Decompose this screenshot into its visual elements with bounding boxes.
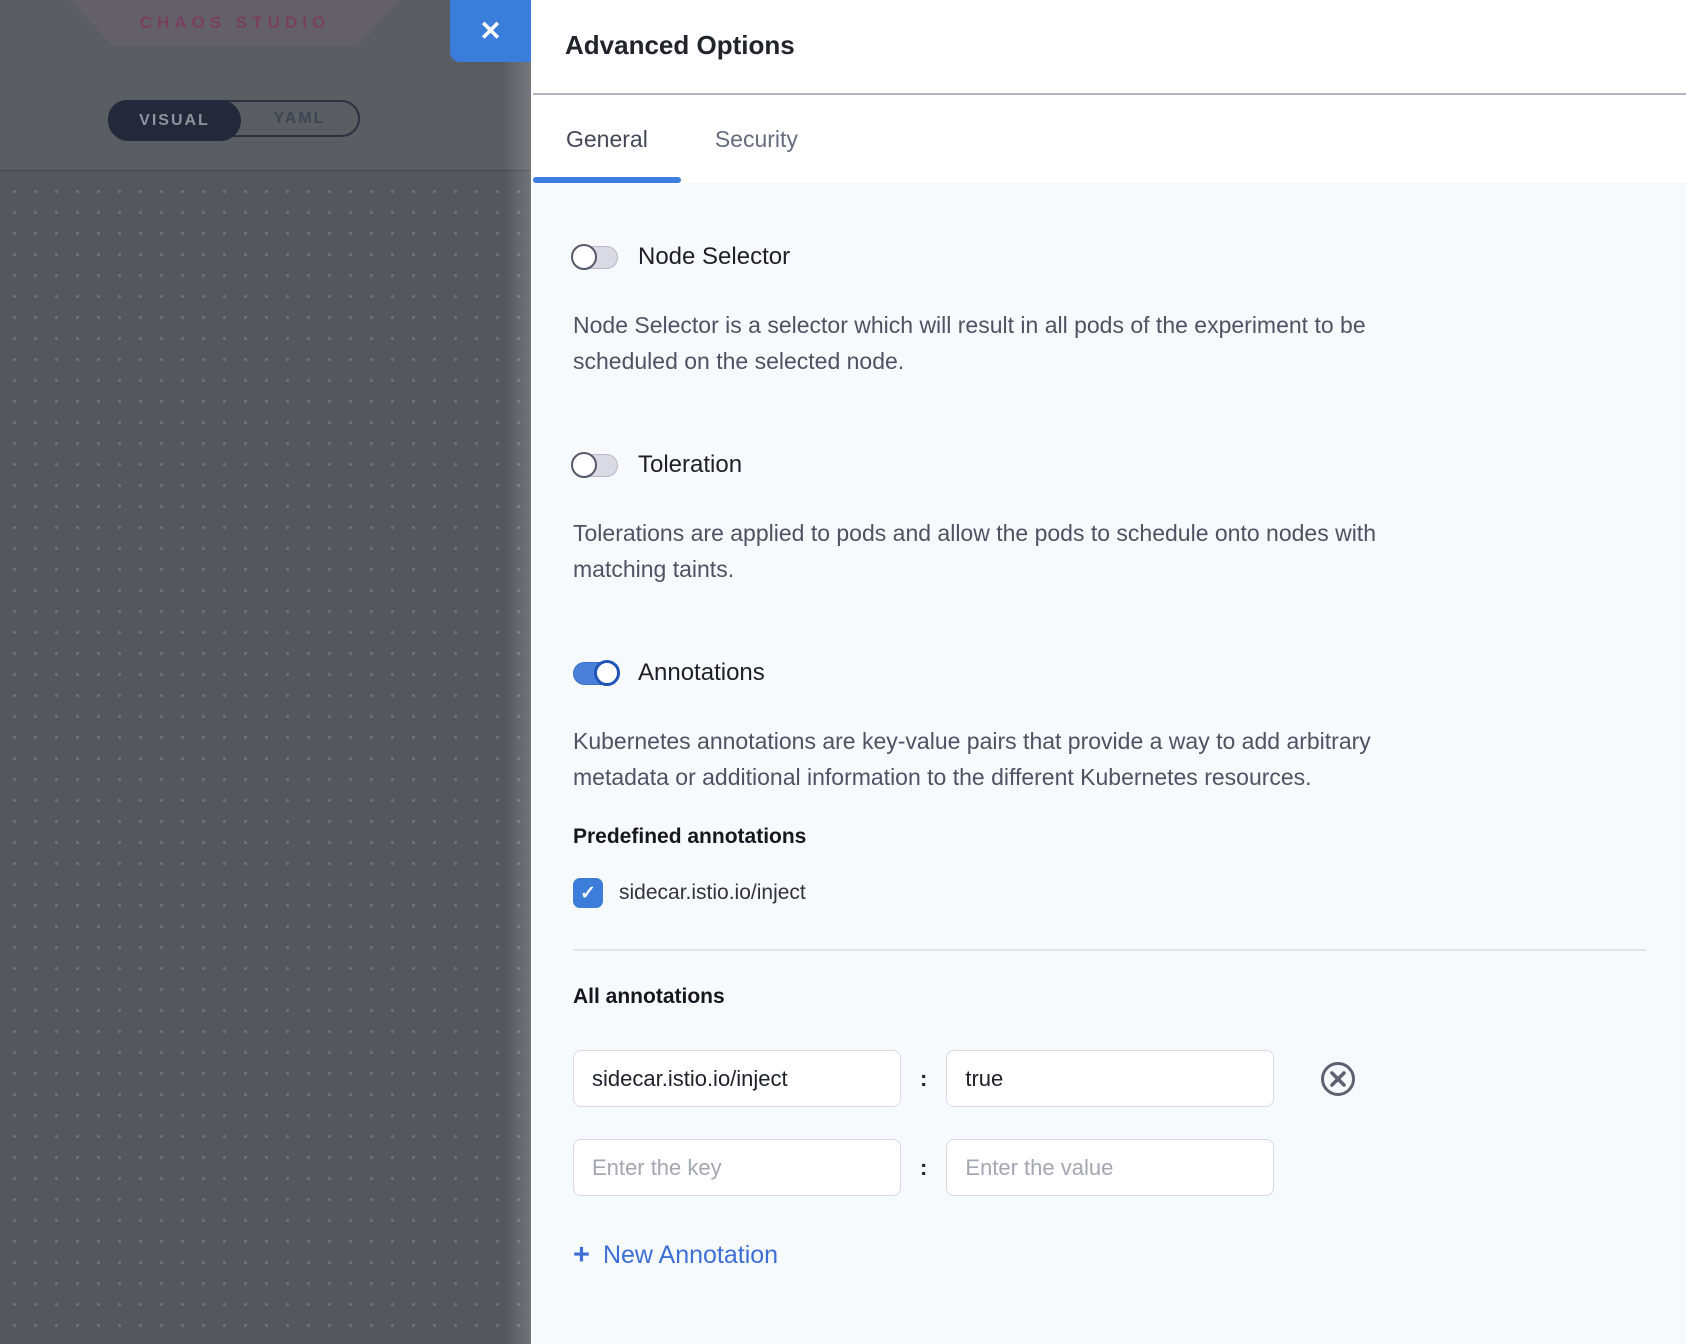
yaml-mode-button[interactable]: YAML: [241, 102, 358, 135]
tab-general[interactable]: General: [533, 95, 681, 183]
all-annotations-heading: All annotations: [573, 985, 1646, 1009]
visual-yaml-toggle: VISUAL YAML: [108, 100, 360, 137]
remove-annotation-button[interactable]: [1318, 1059, 1358, 1099]
node-selector-section: Node Selector Node Selector is a selecto…: [573, 243, 1646, 379]
panel-title: Advanced Options: [565, 30, 1654, 61]
new-annotation-button[interactable]: + New Annotation: [573, 1241, 778, 1270]
annotation-key-input[interactable]: [573, 1050, 901, 1107]
annotation-key-input[interactable]: [573, 1139, 901, 1196]
node-selector-row: Node Selector: [573, 243, 1646, 271]
predefined-annotation-item: ✓ sidecar.istio.io/inject: [573, 878, 1646, 908]
sidecar-inject-label: sidecar.istio.io/inject: [619, 881, 806, 905]
tab-bar: General Security: [533, 95, 1686, 183]
node-selector-description: Node Selector is a selector which will r…: [573, 307, 1646, 379]
node-selector-toggle[interactable]: [573, 246, 618, 269]
panel-header: Advanced Options: [533, 0, 1686, 95]
experiment-canvas: [0, 172, 531, 1344]
tab-security[interactable]: Security: [689, 95, 824, 183]
new-annotation-label: New Annotation: [603, 1241, 778, 1270]
chaos-studio-title: CHAOS STUDIO: [140, 13, 330, 33]
toleration-row: Toleration: [573, 451, 1646, 479]
annotation-value-input[interactable]: [946, 1050, 1274, 1107]
general-tab-content: Node Selector Node Selector is a selecto…: [533, 183, 1686, 1344]
circle-x-icon: [1319, 1060, 1357, 1098]
node-selector-label: Node Selector: [638, 243, 790, 271]
predefined-annotations-heading: Predefined annotations: [573, 825, 1646, 849]
toleration-section: Toleration Tolerations are applied to po…: [573, 451, 1646, 587]
toleration-description: Tolerations are applied to pods and allo…: [573, 515, 1646, 587]
annotations-label: Annotations: [638, 659, 765, 687]
toleration-toggle[interactable]: [573, 454, 618, 477]
annotation-row: :: [573, 1050, 1646, 1107]
plus-icon: +: [573, 1241, 590, 1270]
annotations-description: Kubernetes annotations are key-value pai…: [573, 723, 1646, 795]
check-icon: ✓: [580, 882, 596, 905]
key-value-separator: :: [920, 1155, 927, 1181]
close-icon: ✕: [479, 16, 502, 47]
toleration-label: Toleration: [638, 451, 742, 479]
key-value-separator: :: [920, 1066, 927, 1092]
app-window: CHAOS STUDIO VISUAL YAML ✕ Advanced Opti…: [0, 0, 1686, 1344]
annotations-divider: [573, 949, 1646, 951]
close-drawer-button[interactable]: ✕: [450, 0, 531, 62]
advanced-options-panel: Advanced Options General Security Node S…: [531, 0, 1686, 1344]
dimmed-workspace: CHAOS STUDIO VISUAL YAML: [0, 0, 531, 1344]
annotations-row: Annotations: [573, 659, 1646, 687]
annotation-row: :: [573, 1139, 1646, 1196]
annotations-toggle[interactable]: [573, 662, 618, 685]
visual-mode-button[interactable]: VISUAL: [108, 100, 241, 141]
chaos-studio-banner: CHAOS STUDIO: [70, 0, 400, 46]
toggle-knob: [594, 660, 620, 686]
toggle-knob: [571, 244, 597, 270]
annotations-section: Annotations Kubernetes annotations are k…: [573, 659, 1646, 1270]
annotation-value-input[interactable]: [946, 1139, 1274, 1196]
sidecar-inject-checkbox[interactable]: ✓: [573, 878, 603, 908]
toggle-knob: [571, 452, 597, 478]
